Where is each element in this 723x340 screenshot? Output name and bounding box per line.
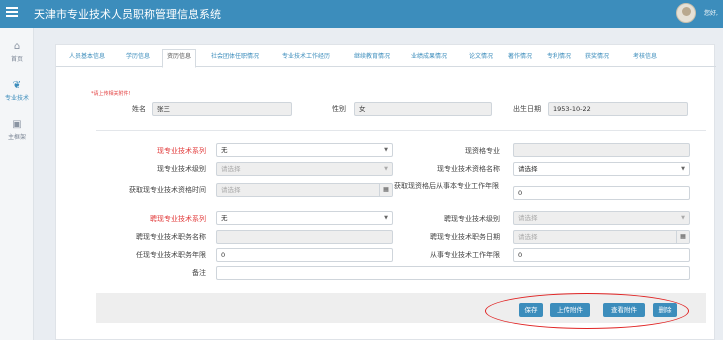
hired-series-value: 无 [221,214,228,222]
calendar-icon[interactable]: ▦ [676,231,689,243]
tab-social-groups[interactable]: 社会团体任职情况 [211,51,259,67]
gender-field[interactable]: 女 [354,102,492,116]
hired-series-label: 聘现专业技术系列 [150,215,206,223]
current-qualification-name-value: 请选择 [518,165,538,173]
tab-continuing-education[interactable]: 继续教育情况 [354,51,390,67]
tab-works[interactable]: 著作情况 [508,51,532,67]
chevron-down-icon: ▼ [681,166,685,172]
tab-papers[interactable]: 论文情况 [469,51,493,67]
hired-level-value: 请选择 [518,214,538,222]
leaf-icon: ❦ [12,80,22,91]
image-icon: ▣ [12,119,22,130]
current-series-label: 现专业技术系列 [157,147,206,155]
sidebar-item-label: 首页 [10,56,23,63]
hired-level-select[interactable]: 请选择 ▼ [513,211,690,225]
hired-post-date-label: 聘现专业技术职务日期 [430,233,500,241]
obtain-time-label: 获取现专业技术资格时间 [129,186,206,194]
work-years-field[interactable]: 0 [513,248,690,262]
work-years-label: 从事专业技术工作年限 [430,251,500,259]
tab-qualification[interactable]: 资历信息 [162,49,197,68]
sidebar-item-main-frame[interactable]: ▣ 主框架 [0,119,34,141]
hired-level-label: 聘现专业技术级别 [444,215,500,223]
chevron-down-icon: ▼ [681,215,685,221]
post-years-label: 任现专业技术职务年限 [136,251,206,259]
divider [96,130,706,131]
chevron-down-icon: ▼ [384,215,388,221]
sidebar-item-label: 主框架 [7,134,26,141]
tab-patents[interactable]: 专利情况 [547,51,571,67]
current-major-label: 现资格专业 [465,147,500,155]
tab-work-experience[interactable]: 专业技术工作经历 [282,51,330,67]
years-after-field[interactable]: 0 [513,186,690,200]
hired-series-select[interactable]: 无 ▼ [216,211,393,225]
required-attachment-note: *请上传相关附件! [91,91,131,97]
chevron-down-icon: ▼ [384,147,388,153]
current-qualification-name-label: 现专业技术资格名称 [437,165,500,173]
tab-bar: 人员基本信息 学历信息 资历信息 社会团体任职情况 专业技术工作经历 继续教育情… [56,45,716,68]
remark-field[interactable] [216,266,690,280]
avatar[interactable] [676,3,696,23]
hired-post-date-value: 请选择 [518,233,538,241]
gender-label: 性别 [332,105,346,113]
tab-education[interactable]: 学历信息 [126,51,150,67]
sidebar: ⌂ 首页 ❦ 专业技术 ▣ 主框架 [0,28,34,340]
birth-date-field[interactable]: 1953-10-22 [548,102,688,116]
top-navbar: 天津市专业技术人员职称管理信息系统 您好, [0,0,723,28]
home-icon: ⌂ [13,41,21,52]
current-series-value: 无 [221,146,228,154]
current-level-value: 请选择 [221,165,241,173]
app-title: 天津市专业技术人员职称管理信息系统 [34,8,221,21]
tab-awards[interactable]: 获奖情况 [585,51,609,67]
birth-date-label: 出生日期 [513,105,541,113]
calendar-icon[interactable]: ▦ [379,184,392,196]
current-series-select[interactable]: 无 ▼ [216,143,393,157]
name-label: 姓名 [132,105,146,113]
obtain-time-field[interactable]: 请选择 ▦ [216,183,393,197]
hired-post-name-field[interactable] [216,230,393,244]
sidebar-item-home[interactable]: ⌂ 首页 [0,41,34,63]
sidebar-item-professional[interactable]: ❦ 专业技术 [0,80,34,102]
hired-post-date-field[interactable]: 请选择 ▦ [513,230,690,244]
obtain-time-value: 请选择 [221,186,241,194]
menu-toggle-icon[interactable] [6,7,18,19]
main-panel: 人员基本信息 学历信息 资历信息 社会团体任职情况 专业技术工作经历 继续教育情… [55,44,716,340]
current-level-label: 现专业技术级别 [157,165,206,173]
current-major-field[interactable] [513,143,690,157]
remark-label: 备注 [192,269,206,277]
sidebar-item-label: 专业技术 [4,95,29,102]
post-years-field[interactable]: 0 [216,248,393,262]
current-level-select[interactable]: 请选择 ▼ [216,162,393,176]
tab-basic-info[interactable]: 人员基本信息 [69,51,105,67]
tab-achievements[interactable]: 业绩成果情况 [411,51,447,67]
name-field[interactable]: 张三 [152,102,292,116]
tab-assessment[interactable]: 考核信息 [633,51,657,67]
current-qualification-name-select[interactable]: 请选择 ▼ [513,162,690,176]
hired-post-name-label: 聘现专业技术职务名称 [136,233,206,241]
years-after-label: 获取现资格后从事本专业工作年限 [394,182,499,190]
chevron-down-icon: ▼ [384,166,388,172]
button-highlight-annotation [485,293,689,329]
user-greeting[interactable]: 您好, [704,8,718,17]
